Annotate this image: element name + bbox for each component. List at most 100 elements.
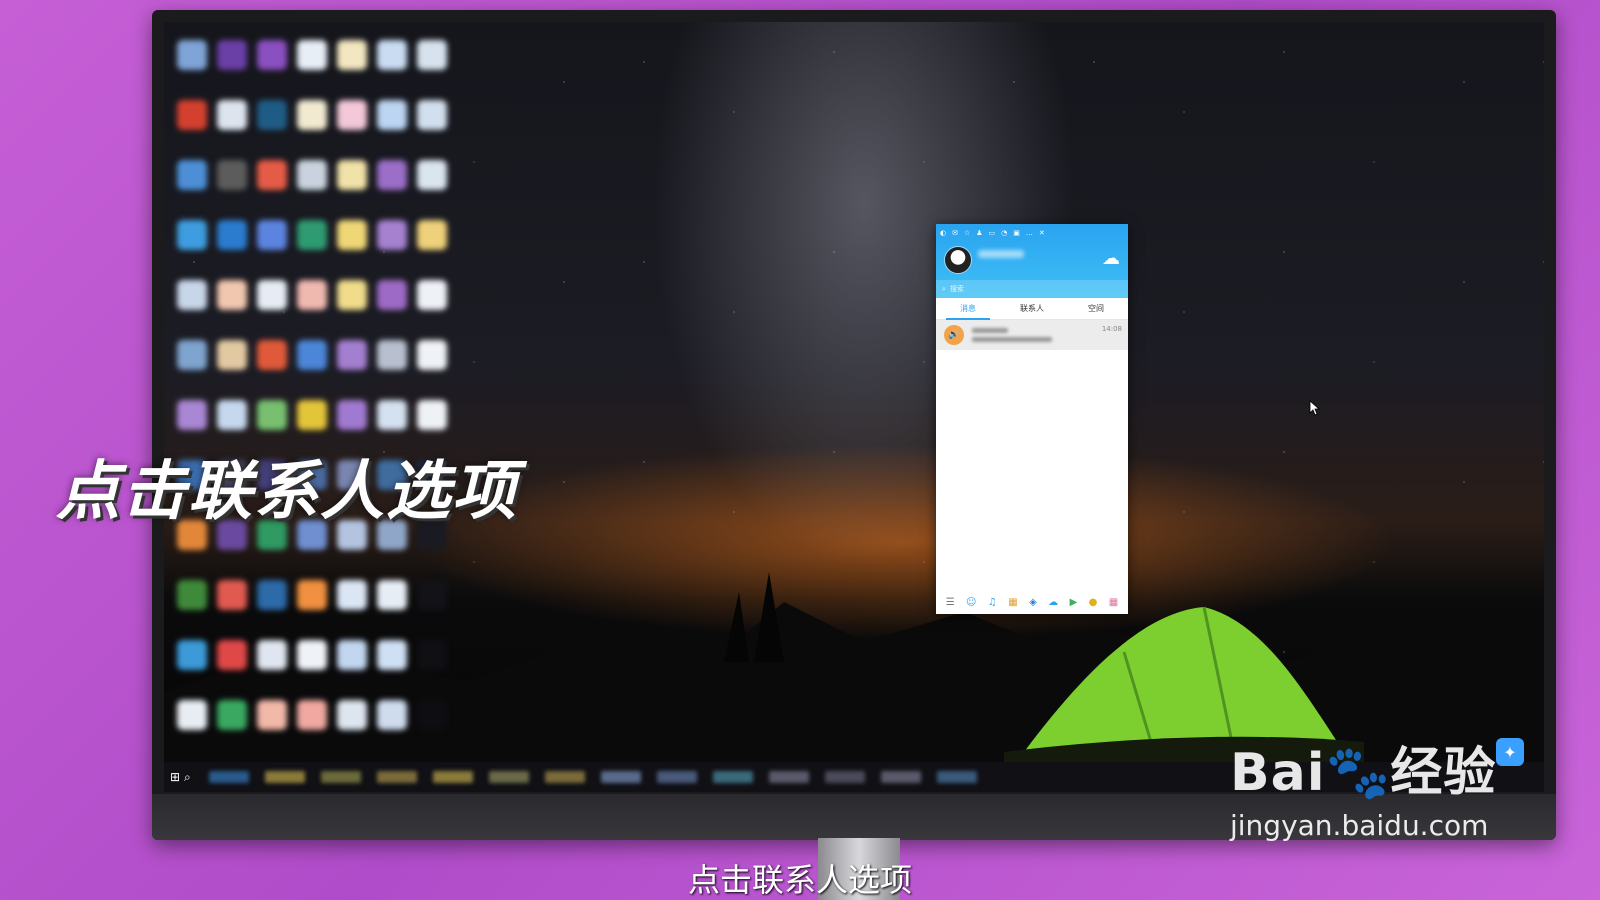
desktop-icon[interactable]: [217, 580, 247, 610]
desktop-icon[interactable]: [417, 220, 447, 250]
tab-space[interactable]: 空间: [1064, 298, 1128, 320]
desktop-icon[interactable]: [177, 340, 207, 370]
desktop-icon[interactable]: [177, 400, 207, 430]
desktop-icon[interactable]: [417, 340, 447, 370]
main-menu-icon[interactable]: ☰: [946, 597, 955, 608]
watermark-brand: Bai: [1230, 743, 1326, 803]
desktop-icon[interactable]: [337, 580, 367, 610]
desktop-icon[interactable]: [297, 40, 327, 70]
desktop-icon[interactable]: [257, 400, 287, 430]
desktop-icon[interactable]: [217, 160, 247, 190]
desktop-icon[interactable]: [217, 700, 247, 730]
desktop-icon[interactable]: [297, 340, 327, 370]
desktop-icon[interactable]: [337, 220, 367, 250]
desktop-icon[interactable]: [337, 100, 367, 130]
desktop-icon[interactable]: [377, 700, 407, 730]
desktop-icon[interactable]: [257, 40, 287, 70]
desktop-icon[interactable]: [297, 400, 327, 430]
message-preview-blurred: [972, 328, 1052, 342]
mail-icon[interactable]: ✉: [952, 229, 958, 237]
desktop-icon[interactable]: [177, 280, 207, 310]
desktop-icon[interactable]: [257, 640, 287, 670]
desktop-icon[interactable]: [377, 280, 407, 310]
windows-start-icon[interactable]: ⊞: [170, 770, 184, 784]
desktop-icon[interactable]: [297, 100, 327, 130]
desktop-icon[interactable]: [177, 160, 207, 190]
desktop-icon[interactable]: [177, 100, 207, 130]
weather-cloud-icon[interactable]: ☁: [1102, 248, 1120, 269]
avatar[interactable]: [944, 246, 972, 274]
desktop-icon[interactable]: [377, 400, 407, 430]
desktop-icon[interactable]: [337, 160, 367, 190]
desktop-icon[interactable]: [377, 220, 407, 250]
desktop-icon[interactable]: [217, 400, 247, 430]
game-icon[interactable]: ◈: [1029, 597, 1037, 608]
desktop-icon[interactable]: [377, 580, 407, 610]
cloud-icon[interactable]: ☁: [1048, 597, 1058, 608]
desktop-icon[interactable]: [217, 220, 247, 250]
tab-contacts[interactable]: 联系人: [1000, 298, 1064, 320]
desktop-icon[interactable]: [177, 640, 207, 670]
desktop-icon[interactable]: [417, 640, 447, 670]
desktop-icon[interactable]: [257, 280, 287, 310]
bell-icon[interactable]: ◔: [1001, 229, 1007, 237]
desktop-icon[interactable]: [257, 340, 287, 370]
camera-icon[interactable]: ▣: [1013, 229, 1020, 237]
desktop-icon[interactable]: [257, 220, 287, 250]
headphone-icon[interactable]: ♫: [988, 597, 997, 608]
desktop-icon[interactable]: [177, 580, 207, 610]
desktop-icon[interactable]: [217, 640, 247, 670]
desktop-icon[interactable]: [217, 340, 247, 370]
desktop-icon[interactable]: [257, 160, 287, 190]
desktop-icon[interactable]: [417, 280, 447, 310]
desktop-icon[interactable]: [337, 280, 367, 310]
desktop-icon[interactable]: [177, 220, 207, 250]
apps-grid-icon[interactable]: ▦: [1109, 597, 1118, 608]
desktop-icon[interactable]: [337, 700, 367, 730]
qq-header: ◐ ✉ ☆ ♟ ▭ ◔ ▣ … ✕ ☁ ⌕ 搜索: [936, 224, 1128, 298]
desktop-icon[interactable]: [297, 700, 327, 730]
desktop-icon[interactable]: [257, 100, 287, 130]
desktop-icon[interactable]: [377, 40, 407, 70]
tab-messages[interactable]: 消息: [936, 298, 1000, 320]
desktop-icon[interactable]: [337, 400, 367, 430]
desktop-icon[interactable]: [417, 100, 447, 130]
desktop-icon[interactable]: [257, 700, 287, 730]
desktop-icon[interactable]: [297, 160, 327, 190]
message-list-item[interactable]: 🔊 14:08: [936, 320, 1128, 350]
desktop-icon[interactable]: [417, 400, 447, 430]
desktop-icon[interactable]: [377, 640, 407, 670]
desktop-icon[interactable]: [177, 40, 207, 70]
desktop-icon[interactable]: [297, 640, 327, 670]
folder-icon[interactable]: ▭: [989, 229, 996, 237]
shirt-icon[interactable]: ♟: [976, 229, 982, 237]
desktop-icon[interactable]: [337, 640, 367, 670]
add-friend-icon[interactable]: ☺: [966, 597, 976, 608]
desktop-icon[interactable]: [377, 160, 407, 190]
desktop-icon[interactable]: [217, 280, 247, 310]
star-icon[interactable]: ☆: [964, 229, 970, 237]
qq-main-window[interactable]: ◐ ✉ ☆ ♟ ▭ ◔ ▣ … ✕ ☁ ⌕ 搜索 消息 联系人 空间 🔊 14:…: [936, 224, 1128, 614]
desktop-icon[interactable]: [377, 340, 407, 370]
desktop-icon[interactable]: [297, 280, 327, 310]
desktop-icon[interactable]: [417, 40, 447, 70]
search-icon[interactable]: ⌕: [184, 770, 191, 785]
store-icon[interactable]: ▦: [1008, 597, 1017, 608]
desktop-icon[interactable]: [417, 580, 447, 610]
more-icon[interactable]: …: [1026, 229, 1033, 237]
desktop-icon[interactable]: [417, 700, 447, 730]
desktop-icon[interactable]: [337, 340, 367, 370]
desktop-icon[interactable]: [337, 40, 367, 70]
desktop-icon[interactable]: [177, 700, 207, 730]
close-icon[interactable]: ✕: [1039, 229, 1045, 237]
desktop-icon[interactable]: [297, 220, 327, 250]
desktop-icon[interactable]: [217, 100, 247, 130]
emoji-icon[interactable]: ●: [1089, 597, 1098, 608]
desktop-icon[interactable]: [417, 160, 447, 190]
video-icon[interactable]: ▶: [1070, 597, 1078, 608]
desktop-icon[interactable]: [377, 100, 407, 130]
desktop-icon[interactable]: [257, 580, 287, 610]
desktop-icon[interactable]: [297, 580, 327, 610]
search-input[interactable]: ⌕ 搜索: [936, 280, 1128, 298]
desktop-icon[interactable]: [217, 40, 247, 70]
